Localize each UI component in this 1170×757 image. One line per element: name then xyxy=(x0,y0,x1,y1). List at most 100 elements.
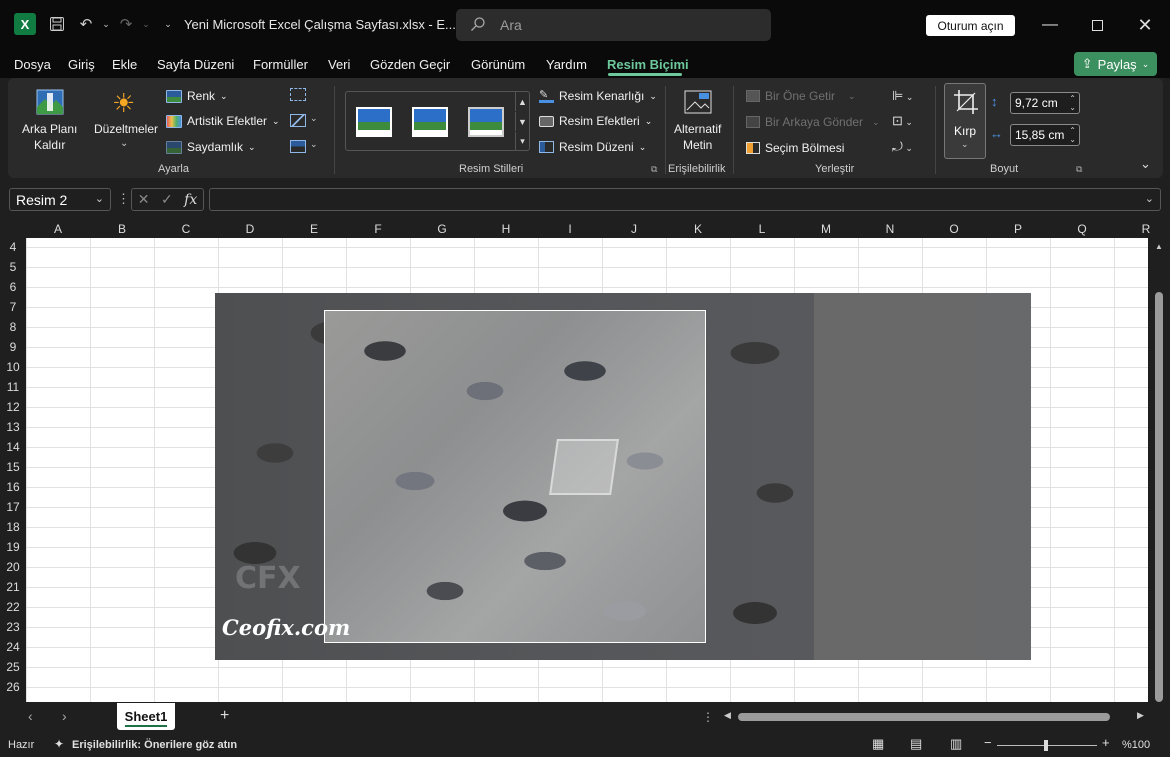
tab-formulas[interactable]: Formüller xyxy=(253,57,308,72)
tab-options-icon[interactable]: ⋮ xyxy=(702,710,714,724)
save-icon[interactable] xyxy=(47,14,67,34)
redo-dropdown-icon[interactable]: ⌄ xyxy=(136,14,156,34)
column-header[interactable]: R xyxy=(1114,222,1170,236)
selected-picture[interactable]: CFX Ceofix.com xyxy=(215,293,1031,660)
style-thumbnail-3[interactable] xyxy=(468,107,504,137)
row-header[interactable]: 11 xyxy=(0,380,26,394)
column-header[interactable]: E xyxy=(282,222,346,236)
row-header[interactable]: 25 xyxy=(0,660,26,674)
tab-data[interactable]: Veri xyxy=(328,57,350,72)
picture-layout-button[interactable]: Resim Düzeni ⌄ xyxy=(539,140,646,154)
width-decrease-icon[interactable]: ⌄ xyxy=(1069,136,1076,144)
formula-bar-more-icon[interactable]: ⋮ xyxy=(117,191,130,207)
column-header[interactable]: M xyxy=(794,222,858,236)
tab-insert[interactable]: Ekle xyxy=(112,57,137,72)
tab-home[interactable]: Giriş xyxy=(68,57,95,72)
align-icon[interactable]: ⊫ ⌄ xyxy=(892,88,913,104)
vertical-scrollbar[interactable]: ▲ xyxy=(1150,238,1168,702)
horizontal-scroll-thumb[interactable] xyxy=(738,713,1110,721)
chevron-down-icon[interactable]: ⌄ xyxy=(310,139,318,150)
enter-icon[interactable]: ✓ xyxy=(161,191,173,208)
formula-input[interactable]: ⌄ xyxy=(209,188,1161,211)
search-box[interactable]: Ara xyxy=(456,9,771,41)
row-header[interactable]: 7 xyxy=(0,300,26,314)
transparency-button[interactable]: Saydamlık ⌄ xyxy=(166,140,256,154)
insert-function-icon[interactable]: fx xyxy=(184,192,197,208)
column-header[interactable]: G xyxy=(410,222,474,236)
maximize-icon[interactable] xyxy=(1084,12,1110,38)
row-header[interactable]: 15 xyxy=(0,460,26,474)
undo-icon[interactable]: ↶ xyxy=(76,14,96,34)
bring-forward-button[interactable]: Bir Öne Getir ⌄ xyxy=(746,89,856,103)
rotate-icon[interactable]: ⤾ ⌄ xyxy=(892,139,913,155)
row-header[interactable]: 9 xyxy=(0,340,26,354)
row-header[interactable]: 5 xyxy=(0,260,26,274)
column-header[interactable]: H xyxy=(474,222,538,236)
column-header[interactable]: Q xyxy=(1050,222,1114,236)
zoom-level[interactable]: %100 xyxy=(1122,739,1150,751)
close-icon[interactable]: ✕ xyxy=(1132,12,1158,38)
tab-picture-format[interactable]: Resim Biçimi xyxy=(607,57,689,72)
minimize-icon[interactable]: — xyxy=(1037,12,1063,38)
dialog-launcher-icon[interactable]: ⧉ xyxy=(651,164,657,175)
collapse-ribbon-icon[interactable]: ⌄ xyxy=(1140,156,1151,172)
column-header[interactable]: O xyxy=(922,222,986,236)
zoom-slider-thumb[interactable] xyxy=(1044,740,1048,751)
tab-page-layout[interactable]: Sayfa Düzeni xyxy=(157,57,234,72)
redo-icon[interactable]: ↷ xyxy=(116,14,136,34)
row-header[interactable]: 23 xyxy=(0,620,26,634)
chevron-down-icon[interactable]: ⌄ xyxy=(310,113,318,124)
color-button[interactable]: Renk ⌄ xyxy=(166,89,228,103)
column-header[interactable]: C xyxy=(154,222,218,236)
column-header[interactable]: F xyxy=(346,222,410,236)
remove-background-button[interactable]: Arka Planı Kaldır xyxy=(22,122,77,152)
column-header[interactable]: L xyxy=(730,222,794,236)
accessibility-status[interactable]: Erişilebilirlik: Önerilere göz atın xyxy=(72,739,237,751)
gallery-scroll-down-icon[interactable]: ▼ xyxy=(515,112,529,131)
row-header[interactable]: 22 xyxy=(0,600,26,614)
height-increase-icon[interactable]: ⌃ xyxy=(1069,95,1076,103)
row-header[interactable]: 4 xyxy=(0,240,26,254)
scroll-left-icon[interactable]: ◀ xyxy=(724,710,731,721)
column-header[interactable]: I xyxy=(538,222,602,236)
picture-styles-gallery[interactable]: ▲ ▼ ▾ xyxy=(345,91,530,151)
scroll-right-icon[interactable]: ▶ xyxy=(1137,710,1144,721)
tab-file[interactable]: Dosya xyxy=(14,57,51,72)
add-sheet-button[interactable]: + xyxy=(220,707,229,725)
change-picture-icon[interactable] xyxy=(290,114,306,127)
selection-pane-button[interactable]: Seçim Bölmesi xyxy=(746,141,844,155)
row-header[interactable]: 24 xyxy=(0,640,26,654)
tab-help[interactable]: Yardım xyxy=(546,57,587,72)
row-header[interactable]: 20 xyxy=(0,560,26,574)
vertical-scroll-thumb[interactable] xyxy=(1155,292,1163,702)
picture-border-button[interactable]: ✎ Resim Kenarlığı ⌄ xyxy=(539,89,657,103)
width-increase-icon[interactable]: ⌃ xyxy=(1069,127,1076,135)
signin-button[interactable]: Oturum açın xyxy=(926,15,1015,36)
corrections-button[interactable]: Düzeltmeler xyxy=(94,122,158,136)
group-objects-icon[interactable]: ⊡ ⌄ xyxy=(892,113,913,129)
crop-button[interactable]: Kırp ⌄ xyxy=(944,83,986,159)
height-decrease-icon[interactable]: ⌄ xyxy=(1069,104,1076,112)
gallery-more-icon[interactable]: ▾ xyxy=(515,132,529,151)
normal-view-icon[interactable]: ▦ xyxy=(872,736,884,752)
row-header[interactable]: 14 xyxy=(0,440,26,454)
expand-formula-bar-icon[interactable]: ⌄ xyxy=(1145,192,1154,205)
name-box[interactable]: Resim 2 ⌄ xyxy=(9,188,111,211)
alt-text-button[interactable]: Alternatif Metin xyxy=(674,122,721,152)
undo-dropdown-icon[interactable]: ⌄ xyxy=(96,14,116,34)
row-header[interactable]: 17 xyxy=(0,500,26,514)
column-header[interactable]: K xyxy=(666,222,730,236)
cancel-icon[interactable]: ✕ xyxy=(138,191,150,208)
column-header[interactable]: J xyxy=(602,222,666,236)
tab-review[interactable]: Gözden Geçir xyxy=(370,57,450,72)
next-sheet-icon[interactable]: › xyxy=(62,708,67,724)
compress-pictures-icon[interactable] xyxy=(290,88,306,101)
share-button[interactable]: ⇪ Paylaş ⌄ xyxy=(1074,52,1157,76)
column-header[interactable]: P xyxy=(986,222,1050,236)
zoom-out-icon[interactable]: − xyxy=(984,735,992,750)
reset-picture-icon[interactable] xyxy=(290,140,306,153)
column-header[interactable]: B xyxy=(90,222,154,236)
crop-area[interactable] xyxy=(324,310,706,643)
page-layout-view-icon[interactable]: ▤ xyxy=(910,736,922,752)
row-header[interactable]: 26 xyxy=(0,680,26,694)
